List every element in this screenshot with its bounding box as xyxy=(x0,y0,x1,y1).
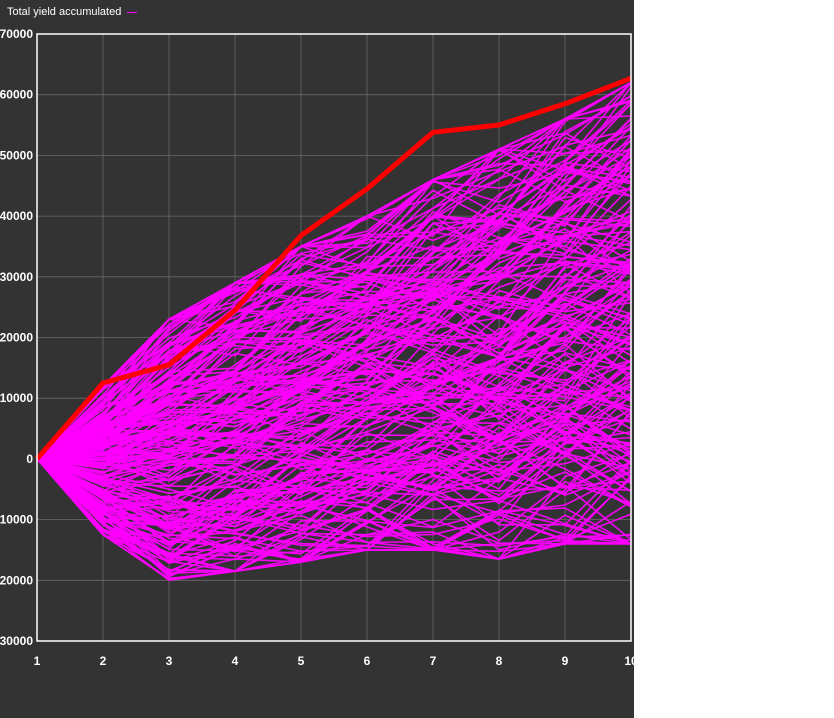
y-tick-label: 60000 xyxy=(0,88,33,102)
line-chart: 70000 60000 50000 40000 30000 20000 10000 0 -100… xyxy=(0,27,634,668)
x-tick-label: 6 xyxy=(364,654,371,668)
chart-panel: Total yield accumulated 70000 60000 50000 4… xyxy=(0,0,634,718)
y-axis-ticks: 70000 60000 50000 40000 30000 20000 10000 0 -100… xyxy=(0,27,33,648)
x-tick-label: 8 xyxy=(496,654,503,668)
x-tick-label: 5 xyxy=(298,654,305,668)
x-tick-label: 10 xyxy=(624,654,634,668)
y-tick-label: 0 xyxy=(26,452,33,466)
y-tick-label: -20000 xyxy=(0,573,33,587)
y-tick-label: -10000 xyxy=(0,513,33,527)
y-tick-label: 70000 xyxy=(0,27,33,41)
x-tick-label: 3 xyxy=(166,654,173,668)
x-tick-label: 7 xyxy=(430,654,437,668)
y-tick-label: 40000 xyxy=(0,209,33,223)
y-tick-label: 50000 xyxy=(0,148,33,162)
x-tick-label: 9 xyxy=(562,654,569,668)
y-tick-label: 10000 xyxy=(0,391,33,405)
x-tick-label: 1 xyxy=(34,654,41,668)
y-tick-label: 30000 xyxy=(0,270,33,284)
x-axis-ticks: 1 2 3 4 5 6 7 8 9 10 xyxy=(34,654,634,668)
x-tick-label: 4 xyxy=(232,654,239,668)
x-tick-label: 2 xyxy=(100,654,107,668)
y-tick-label: -30000 xyxy=(0,634,33,648)
y-tick-label: 20000 xyxy=(0,331,33,345)
